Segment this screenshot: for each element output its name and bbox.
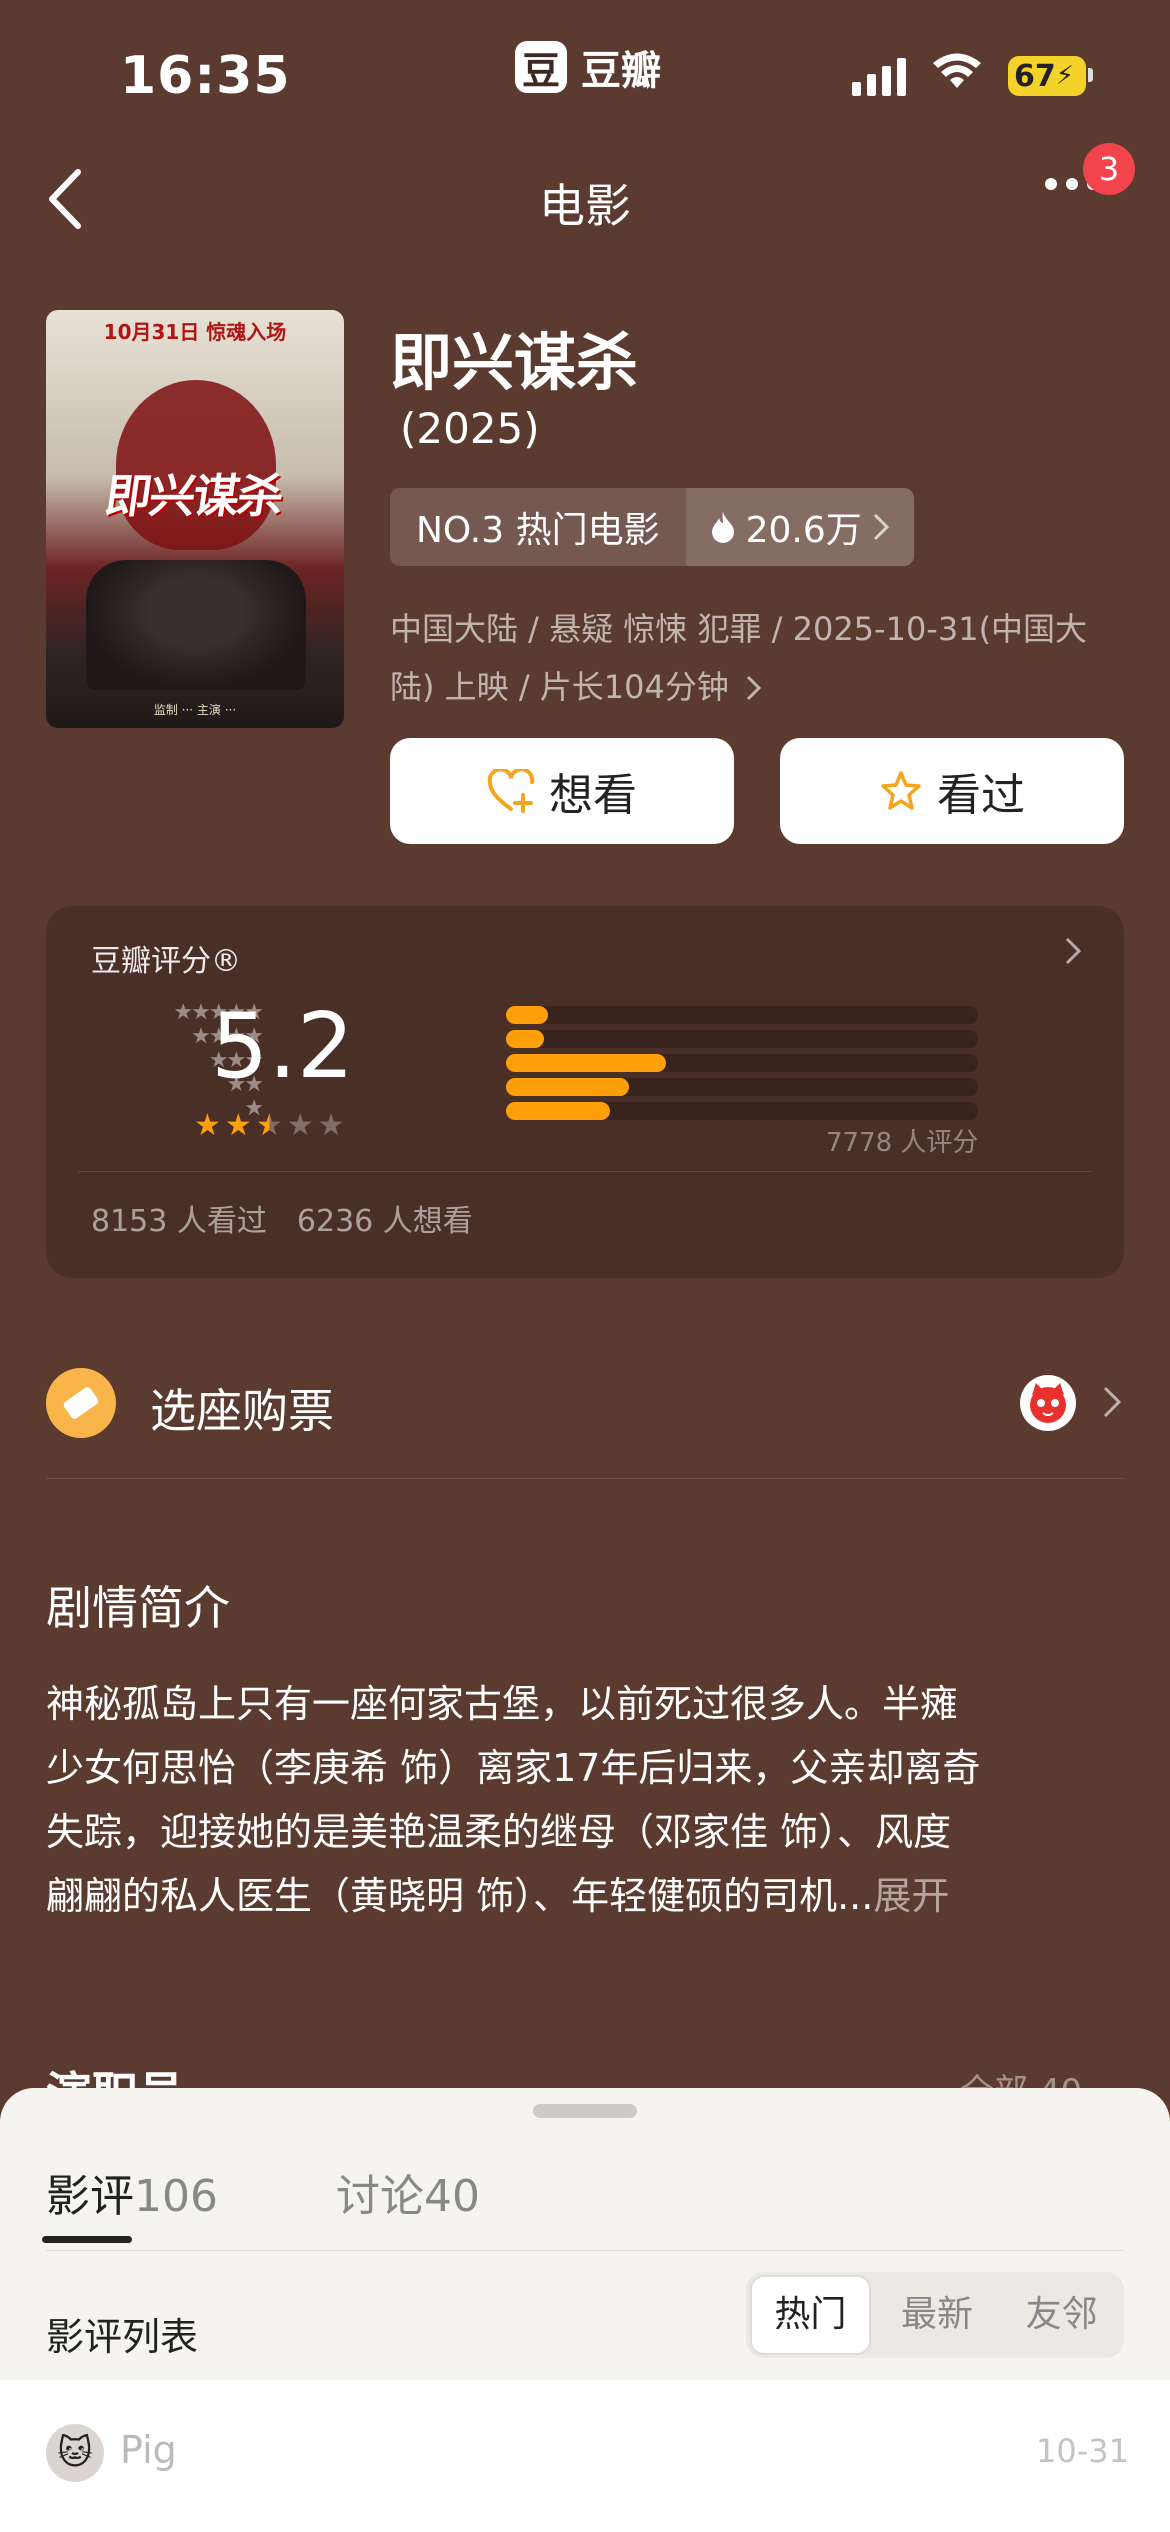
- rating-bar-fill: [506, 1102, 610, 1120]
- meta-line-1: 中国大陆 / 悬疑 惊悚 犯罪 / 2025-10-31(中国大: [390, 610, 1088, 648]
- douban-logo-icon: 豆: [515, 41, 567, 93]
- ranking-chip[interactable]: NO.3 热门电影 20.6万: [390, 488, 914, 566]
- chevron-right-icon: [746, 675, 762, 701]
- poster-cast-image: [86, 560, 306, 690]
- chevron-right-icon: [1064, 936, 1082, 970]
- heat-value: 20.6万: [745, 510, 862, 551]
- rating-bar-fill: [506, 1078, 629, 1096]
- review-date: 10-31: [1036, 2432, 1129, 2470]
- movie-year: (2025): [400, 404, 540, 453]
- watch-stats: 8153 人看过 6236 人想看: [91, 1196, 473, 1240]
- want-label: 想看: [549, 770, 637, 821]
- review-author[interactable]: Pig: [120, 2428, 177, 2472]
- heart-plus-icon: [487, 769, 535, 813]
- poster-title-art: 即兴谋杀: [101, 469, 286, 523]
- sort-segmented-control[interactable]: 热门 最新 友邻: [746, 2272, 1124, 2358]
- heat-indicator: 20.6万: [685, 488, 914, 566]
- status-app-indicator: 豆 豆瓣: [515, 38, 661, 96]
- meta-line-2: 陆) 上映 / 片长104分钟: [390, 658, 1110, 716]
- rating-bar-stars: ★★★★★: [173, 1000, 264, 1025]
- wants-count: 6236 人想看: [296, 1204, 473, 1239]
- rating-bar-fill: [506, 1030, 544, 1048]
- rating-bar-stars: ★★: [226, 1072, 264, 1097]
- watched-count: 8153 人看过: [91, 1204, 267, 1239]
- rating-bar-stars: ★★★: [208, 1048, 264, 1073]
- star-empty-icon: ★: [317, 1108, 345, 1143]
- flame-icon: [711, 512, 734, 543]
- sort-latest[interactable]: 最新: [879, 2277, 996, 2353]
- rating-bar-track: [506, 1054, 978, 1072]
- divider: [46, 2250, 1124, 2251]
- rating-bar-fill: [506, 1054, 666, 1072]
- chevron-right-icon[interactable]: [1102, 1385, 1122, 1423]
- star-outline-icon: [881, 771, 921, 810]
- poster-credits: 监制 ··· 主演 ···: [153, 703, 237, 717]
- divider: [46, 1478, 1124, 1479]
- sort-friends[interactable]: 友邻: [1003, 2277, 1120, 2353]
- sheet-drag-handle[interactable]: [533, 2104, 637, 2118]
- tab-discussions[interactable]: 讨论40: [336, 2160, 480, 2224]
- movie-meta[interactable]: 中国大陆 / 悬疑 惊悚 犯罪 / 2025-10-31(中国大 陆) 上映 /…: [390, 600, 1110, 716]
- rating-bar-track: [506, 1006, 978, 1024]
- rank-label: NO.3 热门电影: [390, 488, 686, 566]
- movie-poster[interactable]: 10月31日 惊魂入场 即兴谋杀 监制 ··· 主演 ···: [46, 310, 344, 728]
- synopsis-title: 剧情简介: [46, 1581, 230, 1635]
- rating-label: 豆瓣评分®: [91, 944, 241, 979]
- poster-tagline: 10月31日 惊魂入场: [103, 320, 287, 344]
- chevron-right-icon: [873, 513, 889, 541]
- rating-bar-stars: ★: [244, 1096, 264, 1121]
- reviews-sheet: 影评106 讨论40 影评列表 热门 最新 友邻 🐱 Pig 10-31: [0, 2088, 1170, 2532]
- star-empty-icon: ★: [286, 1108, 314, 1143]
- battery-icon: 67 ⚡: [1008, 56, 1086, 96]
- battery-tip: [1088, 68, 1093, 82]
- battery-level: 67: [1014, 58, 1056, 94]
- ticket-icon: [46, 1368, 116, 1438]
- maoyan-cat-icon[interactable]: [1020, 1375, 1076, 1431]
- rating-bar-stars: ★★★★: [191, 1024, 264, 1049]
- wifi-icon: [932, 52, 982, 96]
- rating-card[interactable]: 豆瓣评分® 5.2 ★ ★ ★ ★ ★ ★★★★★ ★★★★ ★★★ ★★ ★ 7778…: [46, 906, 1124, 1278]
- sort-hot[interactable]: 热门: [750, 2275, 871, 2355]
- rating-count: 7778 人评分: [826, 1128, 979, 1158]
- synopsis-text: 神秘孤岛上只有一座何家古堡，以前死过很多人。半瘫 少女何思怡（李庚希 饰）离家1…: [46, 1682, 981, 1918]
- seen-button[interactable]: 看过: [780, 738, 1124, 844]
- status-app-name: 豆瓣: [581, 48, 661, 94]
- rating-bar-track: [506, 1078, 978, 1096]
- active-tab-indicator: [42, 2236, 132, 2243]
- nav-title: 电影: [539, 179, 631, 233]
- review-list-title: 影评列表: [46, 2315, 199, 2359]
- status-time: 16:35: [120, 46, 291, 106]
- cellular-signal-icon: [852, 56, 906, 96]
- avatar[interactable]: 🐱: [46, 2424, 104, 2482]
- divider: [78, 1171, 1092, 1172]
- seen-label: 看过: [937, 770, 1025, 821]
- buy-tickets-label[interactable]: 选座购票: [150, 1375, 334, 1441]
- want-to-watch-button[interactable]: 想看: [390, 738, 734, 844]
- rating-bar-track: [506, 1030, 978, 1048]
- rating-bar-fill: [506, 1006, 548, 1024]
- notification-badge: 3: [1083, 143, 1135, 195]
- rating-bar-track: [506, 1102, 978, 1120]
- tab-reviews[interactable]: 影评106: [46, 2160, 218, 2224]
- expand-link[interactable]: 展开: [873, 1874, 949, 1918]
- movie-title: 即兴谋杀: [390, 326, 639, 399]
